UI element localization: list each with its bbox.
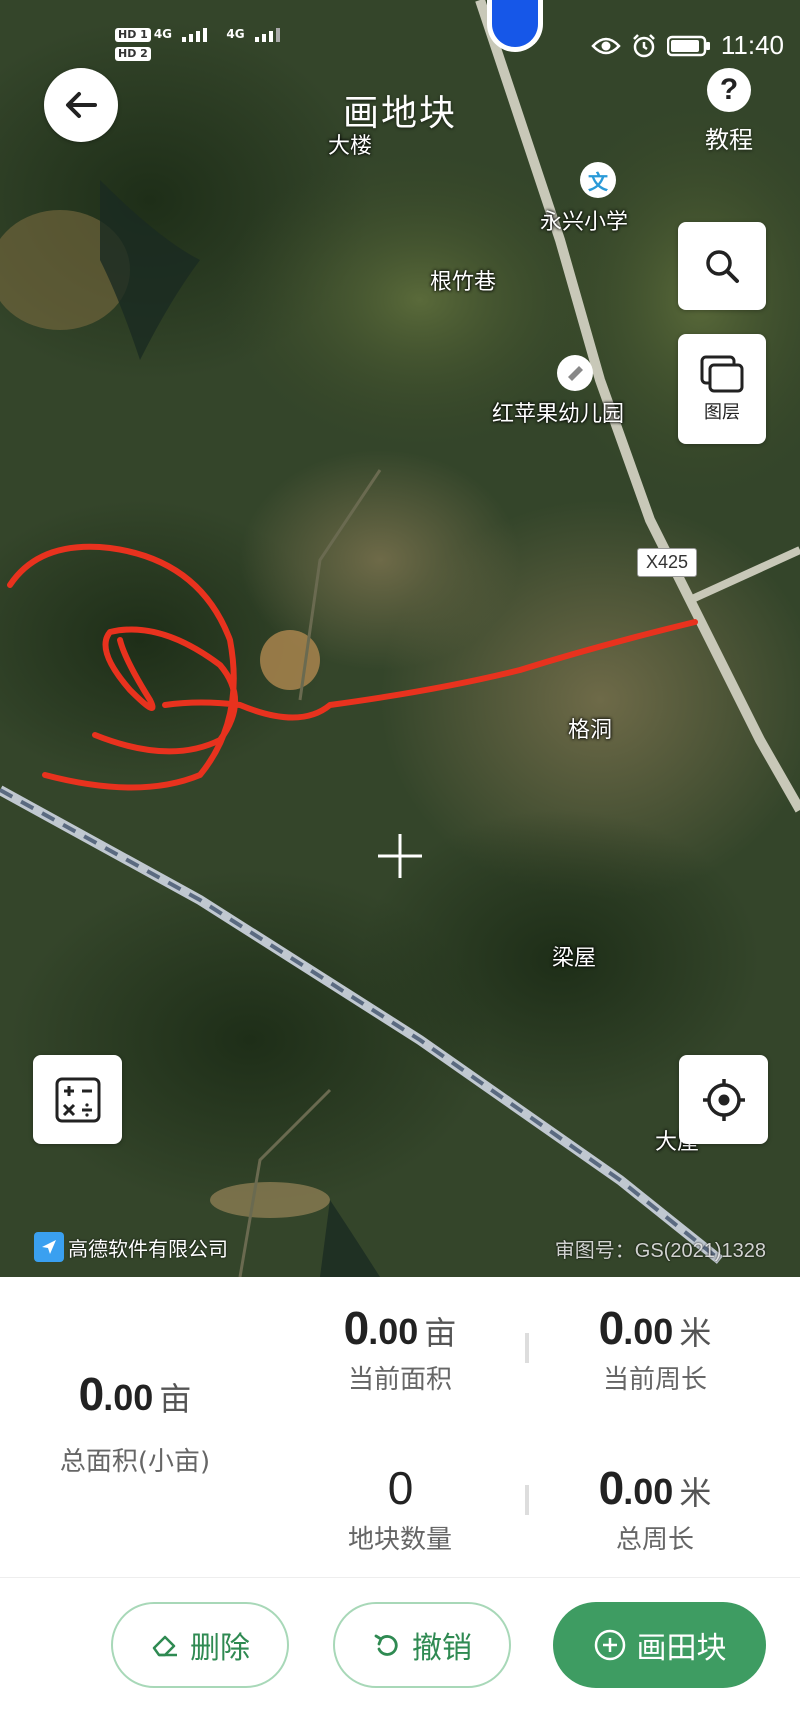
plot-count-value: 0 (387, 1462, 414, 1514)
place-label: 梁屋 (552, 946, 597, 971)
kindergarten-poi-icon[interactable] (557, 355, 593, 391)
clock: 11:40 (720, 30, 784, 60)
signal-icon (182, 28, 208, 42)
total-perimeter-unit: 米 (679, 1474, 712, 1512)
plus-circle-icon (594, 1629, 625, 1661)
plot-count-label: 地块数量 (347, 1525, 452, 1555)
delete-button[interactable]: 删除 (111, 1602, 289, 1688)
calculator-button[interactable] (33, 1055, 122, 1144)
tutorial-label: 教程 (705, 126, 753, 154)
sim1-badge: HD 1 (115, 28, 151, 42)
search-button[interactable] (678, 222, 766, 310)
net1-label: 4G (153, 27, 173, 41)
target-icon (702, 1078, 745, 1121)
divider (525, 1485, 529, 1515)
layers-icon (700, 355, 744, 393)
layers-label: 图层 (704, 402, 740, 423)
calculator-icon (55, 1077, 100, 1122)
total-area-unit: 亩 (159, 1380, 192, 1418)
delete-label: 删除 (190, 1631, 250, 1666)
current-area-stat: 0.00 亩 当前面积 (330, 1301, 470, 1396)
place-label: 大楼 (328, 134, 373, 159)
current-perimeter-unit: 米 (679, 1314, 712, 1352)
divider (525, 1333, 529, 1363)
current-perimeter-stat: 0.00 米 当前周长 (590, 1301, 720, 1396)
undo-label: 撤销 (412, 1631, 472, 1666)
tutorial-button[interactable]: ? 教程 (696, 68, 762, 155)
place-label: 永兴小学 (540, 210, 629, 235)
help-icon: ? (707, 68, 751, 112)
place-label: 格洞 (568, 718, 613, 743)
location-marker (487, 0, 543, 52)
plot-count-stat: 0 地块数量 (330, 1461, 470, 1556)
satellite-map[interactable]: HD 1 4G 4G HD 2 11:40 画地块 ? 教程 大楼 文 永兴小学 … (0, 0, 800, 1277)
current-perimeter-int: 0 (598, 1302, 625, 1354)
road-badge: X425 (637, 548, 698, 577)
current-perimeter-dec: .00 (623, 1311, 674, 1352)
total-perimeter-stat: 0.00 米 总周长 (590, 1461, 720, 1556)
eye-icon (591, 37, 621, 54)
map-provider-credit: 高德软件有限公司 (34, 1232, 228, 1262)
crosshair-icon (378, 834, 422, 878)
total-perimeter-dec: .00 (623, 1471, 674, 1512)
page-title: 画地块 (342, 93, 457, 134)
layers-button[interactable]: 图层 (678, 334, 766, 444)
school-poi-icon[interactable]: 文 (580, 162, 616, 198)
undo-button[interactable]: 撤销 (333, 1602, 511, 1688)
amap-logo-icon (34, 1232, 64, 1262)
signal-indicators: HD 1 4G 4G HD 2 (115, 26, 285, 61)
current-area-int: 0 (343, 1302, 370, 1354)
current-perimeter-label: 当前周长 (602, 1365, 707, 1395)
alarm-icon (632, 33, 655, 57)
current-area-unit: 亩 (424, 1314, 457, 1352)
locate-button[interactable] (679, 1055, 768, 1144)
sim2-badge: HD 2 (115, 47, 151, 61)
map-approval-number: 审图号：GS(2021)1328 (554, 1240, 766, 1262)
place-label: 根竹巷 (430, 270, 497, 295)
total-area-int: 0 (78, 1368, 105, 1420)
undo-icon (374, 1634, 398, 1656)
current-area-dec: .00 (368, 1311, 419, 1352)
divider (0, 1577, 800, 1578)
total-area-stat: 0.00 亩 总面积(小亩) (40, 1367, 230, 1478)
status-bar: HD 1 4G 4G HD 2 11:40 (0, 0, 800, 90)
draw-plot-label: 画田块 (636, 1631, 727, 1666)
net2-label: 4G (226, 27, 245, 41)
place-label: 红苹果幼儿园 (492, 402, 625, 427)
battery-icon (666, 35, 710, 56)
eraser-icon (152, 1635, 177, 1657)
provider-name: 高德软件有限公司 (68, 1236, 228, 1261)
total-area-dec: .00 (103, 1377, 154, 1418)
total-perimeter-label: 总周长 (615, 1525, 694, 1555)
total-area-label: 总面积(小亩) (59, 1447, 211, 1477)
signal-icon (254, 28, 280, 42)
search-icon (706, 250, 739, 283)
stats-panel: 0.00 亩 总面积(小亩) 0.00 亩 当前面积 0.00 米 当前周长 0 地块… (0, 1277, 800, 1711)
draw-plot-button[interactable]: 画田块 (553, 1602, 766, 1688)
current-area-label: 当前面积 (347, 1365, 452, 1395)
total-perimeter-int: 0 (598, 1462, 625, 1514)
